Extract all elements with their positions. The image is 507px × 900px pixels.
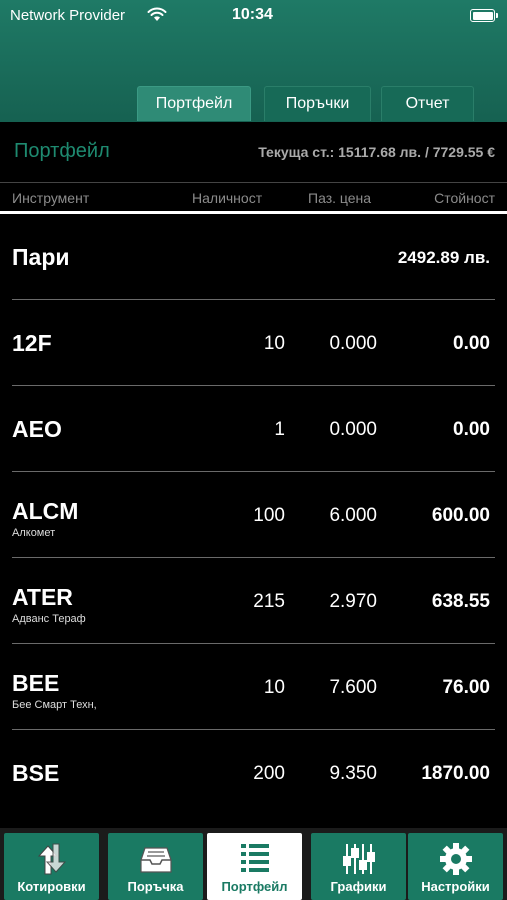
cash-row[interactable]: Пари 2492.89 лв.	[0, 214, 507, 300]
app-header: Network Provider 10:34 Портфейл Поръчки …	[0, 0, 507, 122]
value: 638.55	[431, 591, 490, 612]
table-row[interactable]: BEE Бее Смарт Техн, 10 7.600 76.00	[0, 644, 507, 730]
nav-label: Графики	[330, 879, 387, 894]
value: 0.00	[453, 333, 490, 354]
tab-report[interactable]: Отчет	[381, 86, 474, 121]
tab-orders[interactable]: Поръчки	[264, 86, 371, 121]
nav-charts-button[interactable]: Графики	[311, 833, 406, 900]
col-instrument: Инструмент	[12, 190, 90, 206]
value: 1870.00	[421, 763, 490, 784]
market-price: 0.000	[329, 333, 377, 354]
symbol: BSE	[12, 760, 60, 786]
col-value: Стойност	[434, 190, 495, 206]
market-price: 0.000	[329, 419, 377, 440]
table-row[interactable]: BSE 200 9.350 1870.00	[0, 730, 507, 816]
col-quantity: Наличност	[192, 190, 263, 206]
nav-portfolio-button[interactable]: Портфейл	[207, 833, 302, 900]
status-bar: Network Provider 10:34	[0, 0, 507, 32]
table-row[interactable]: 12F 10 0.000 0.00	[0, 300, 507, 386]
cash-amount: 2492.89 лв.	[397, 248, 490, 267]
market-price: 2.970	[329, 591, 377, 612]
market-price: 9.350	[329, 763, 377, 784]
portfolio-title: Портфейл	[14, 140, 110, 162]
quantity: 100	[253, 505, 285, 526]
table-row[interactable]: AEO 1 0.000 0.00	[0, 386, 507, 472]
company-name: Бее Смарт Техн,	[12, 699, 97, 711]
quantity: 10	[263, 333, 285, 354]
table-row[interactable]: ALCM Алкомет 100 6.000 600.00	[0, 472, 507, 558]
value: 76.00	[442, 677, 490, 698]
wifi-icon	[147, 7, 167, 27]
symbol: 12F	[12, 330, 52, 356]
nav-label: Портфейл	[221, 879, 288, 894]
cash-label: Пари	[12, 244, 70, 270]
nav-label: Поръчка	[127, 879, 184, 894]
symbol: ALCM	[12, 498, 79, 524]
quantity: 1	[274, 419, 285, 440]
gear-icon	[439, 842, 473, 881]
bottom-nav: Котировки Поръчка Портфейл Графики Настр…	[0, 828, 507, 900]
tab-portfolio[interactable]: Портфейл	[137, 86, 251, 121]
company-name: Алкомет	[12, 527, 56, 539]
top-tabs: Портфейл Поръчки Отчет	[0, 86, 507, 122]
col-market-price: Паз. цена	[308, 190, 372, 206]
company-name: Адванс Тераф	[12, 613, 86, 625]
nav-order-button[interactable]: Поръчка	[108, 833, 203, 900]
quotes-icon	[35, 842, 69, 881]
nav-label: Котировки	[17, 879, 86, 894]
clock: 10:34	[232, 6, 273, 23]
market-price: 6.000	[329, 505, 377, 526]
portfolio-summary: Портфейл Текуща ст.: 15117.68 лв. / 7729…	[0, 122, 507, 182]
table-row[interactable]: ATER Адванс Тераф 215 2.970 638.55	[0, 558, 507, 644]
carrier-label: Network Provider	[10, 7, 126, 24]
nav-settings-button[interactable]: Настройки	[408, 833, 503, 900]
symbol: ATER	[12, 584, 73, 610]
battery-icon	[470, 9, 498, 22]
value: 600.00	[431, 505, 490, 526]
quantity: 10	[263, 677, 285, 698]
nav-label: Настройки	[421, 879, 490, 894]
symbol: AEO	[12, 416, 62, 442]
nav-quotes-button[interactable]: Котировки	[4, 833, 99, 900]
order-tray-icon	[139, 842, 173, 881]
current-value: Текуща ст.: 15117.68 лв. / 7729.55 €	[258, 144, 495, 160]
quantity: 200	[253, 763, 285, 784]
column-headers: Инструмент Наличност Паз. цена Стойност	[0, 182, 507, 214]
market-price: 7.600	[329, 677, 377, 698]
holdings-list: Пари 2492.89 лв. 12F 10 0.000 0.00 AEO 1…	[0, 214, 507, 816]
sliders-chart-icon	[341, 842, 377, 881]
value: 0.00	[453, 419, 490, 440]
quantity: 215	[253, 591, 285, 612]
symbol: BEE	[12, 670, 60, 696]
list-icon	[240, 842, 270, 879]
